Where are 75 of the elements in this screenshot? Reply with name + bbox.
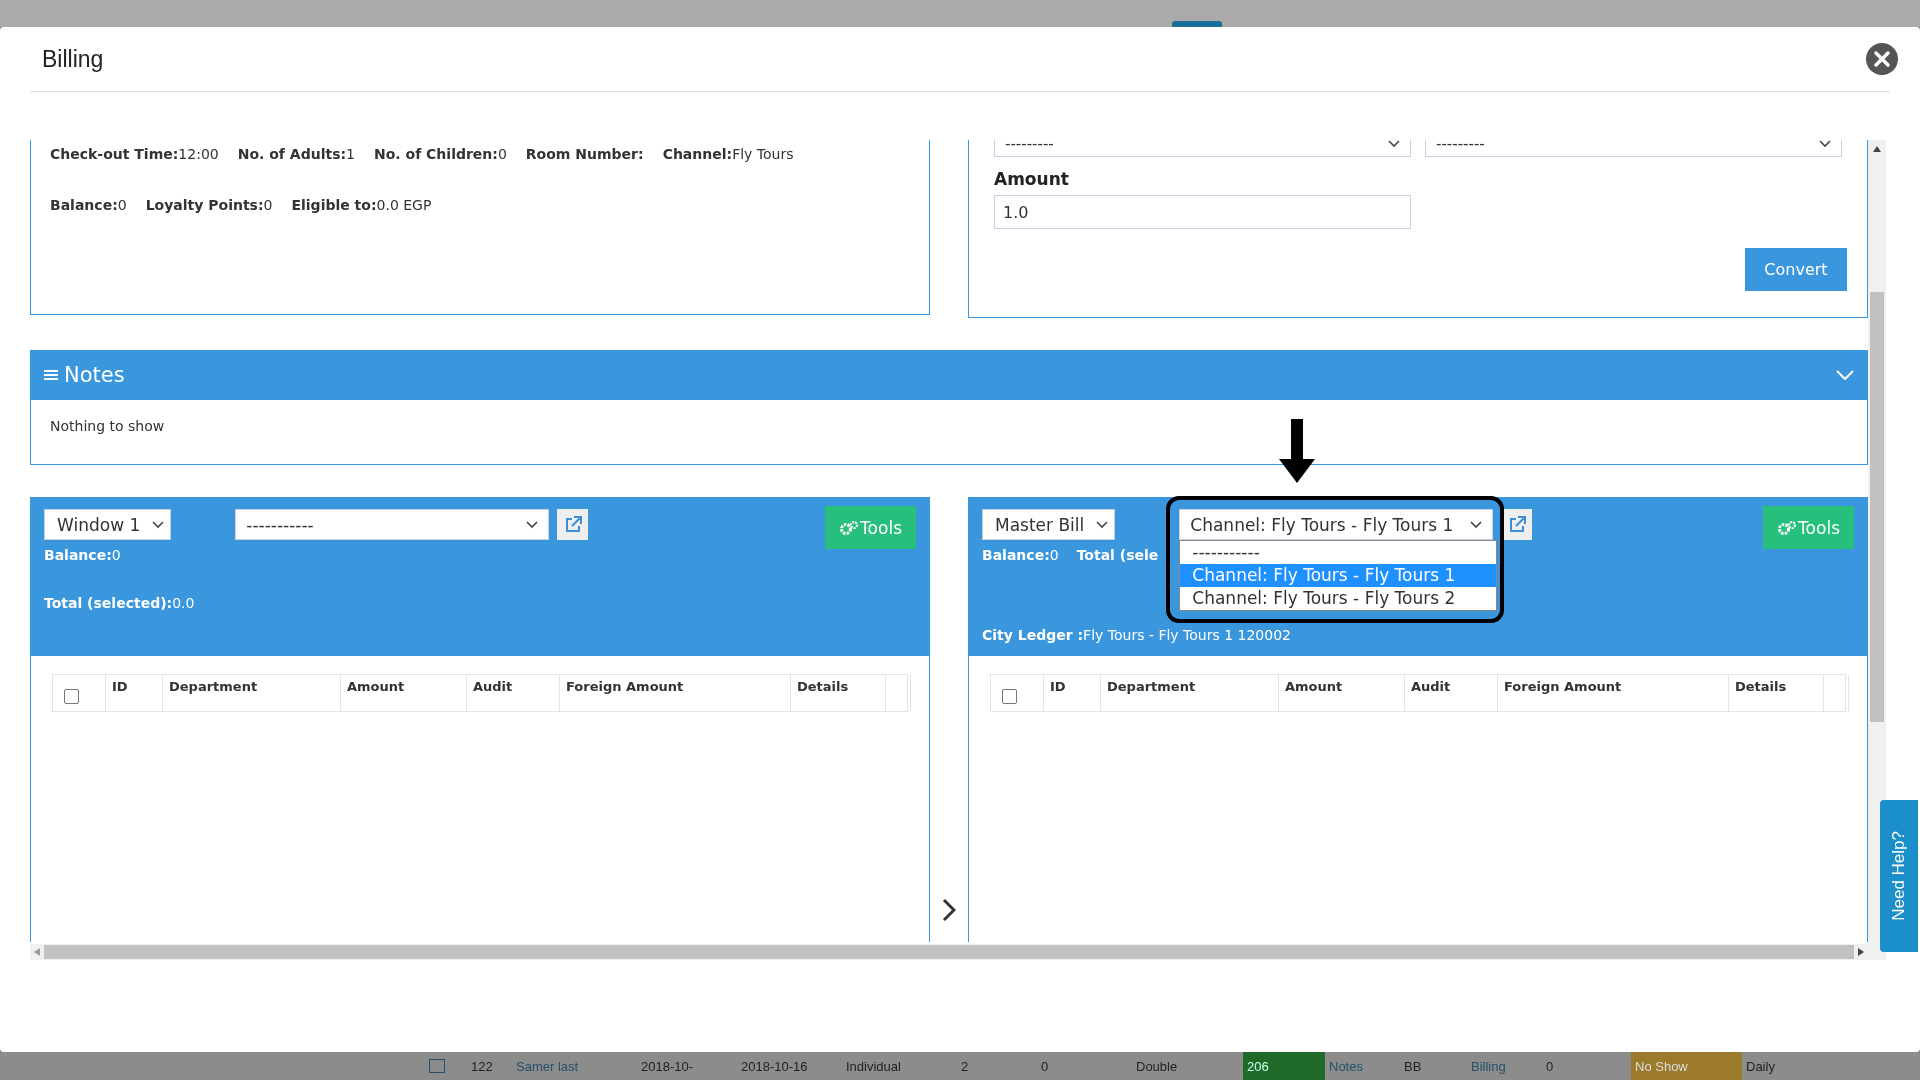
select-all-checkbox[interactable] <box>64 689 79 704</box>
menu-icon <box>44 369 58 381</box>
table-cell-text: 2018-10- <box>640 1057 695 1076</box>
left-arrow-icon[interactable] <box>34 948 40 956</box>
info-field: Check-out Time:12:00 <box>50 146 219 162</box>
window-select[interactable]: Window 1 <box>44 509 172 540</box>
column-header[interactable]: ID <box>1044 675 1101 711</box>
column-header[interactable]: Amount <box>341 675 467 711</box>
up-arrow-icon[interactable] <box>1873 146 1881 152</box>
bill-info: City Ledger :Fly Tours - Fly Tours 1 120002 <box>982 627 1291 643</box>
chevron-down-icon <box>1388 140 1400 148</box>
amount-label: Amount <box>994 169 1070 189</box>
window-title: Billing <box>42 45 104 73</box>
column-header[interactable]: Department <box>1101 675 1279 711</box>
info-field: Room Number: <box>525 146 644 162</box>
chevron-down-icon <box>526 520 539 529</box>
column-header[interactable]: Details <box>791 675 886 711</box>
chevron-down-icon <box>1819 140 1831 148</box>
column-header[interactable]: Department <box>163 675 341 711</box>
empty-message: Nothing to show <box>50 418 165 434</box>
horizontal-scrollbar[interactable] <box>30 944 1868 960</box>
help-tab[interactable]: Need Help? <box>1880 800 1918 952</box>
currency-select[interactable]: --------- <box>1425 140 1842 157</box>
right-arrow-icon[interactable] <box>1858 948 1864 956</box>
info-field: Balance:0 <box>50 197 127 213</box>
table-cell-text: Samer last <box>515 1057 580 1076</box>
column-header[interactable]: Audit <box>1405 675 1498 711</box>
table-cell-text: 122 <box>470 1057 494 1076</box>
table-cell-text: 2 <box>960 1057 970 1076</box>
table-cell-text: 0 <box>1040 1057 1050 1076</box>
column-header[interactable]: Amount <box>1279 675 1405 711</box>
info-field: Eligible to:0.0 EGP <box>291 197 432 213</box>
account-select[interactable]: ----------- <box>235 509 550 540</box>
notes-title: Notes <box>64 363 125 387</box>
table-cell-text: Notes <box>1328 1057 1364 1076</box>
chevron-down-icon <box>152 520 165 529</box>
column-header[interactable]: Foreign Amount <box>560 675 791 711</box>
bill-info: Total (sele <box>1076 547 1159 563</box>
table-cell-text: 2018-10-16 <box>740 1057 809 1076</box>
gears-icon <box>1777 519 1798 536</box>
bill-info: Total (selected):0.0 <box>44 595 195 611</box>
currency-select[interactable]: --------- <box>994 140 1411 157</box>
column-header[interactable]: Details <box>1729 675 1824 711</box>
chevron-down-icon <box>1096 520 1109 529</box>
column-header[interactable]: Audit <box>467 675 560 711</box>
vertical-scrollbar[interactable] <box>1868 140 1886 960</box>
chevron-down-icon <box>1470 520 1483 529</box>
gears-icon <box>839 519 860 536</box>
info-field: No. of Children:0 <box>374 146 507 162</box>
down-arrow-icon <box>1279 419 1316 483</box>
info-field: Channel:Fly Tours <box>662 146 794 162</box>
row-checkbox[interactable] <box>429 1059 445 1073</box>
table-cell: No Show <box>1631 1052 1742 1080</box>
window-select[interactable]: Master Bill <box>982 509 1116 540</box>
chevron-right-icon[interactable] <box>942 898 956 922</box>
table-cell-text: Daily <box>1745 1057 1776 1076</box>
close-icon[interactable] <box>1866 43 1898 75</box>
info-field: Loyalty Points:0 <box>145 197 273 213</box>
table-cell-text: 0 <box>1545 1057 1555 1076</box>
table-cell: 206 <box>1243 1052 1325 1080</box>
dropdown-option[interactable]: ----------- <box>1180 541 1497 564</box>
info-field: No. of Adults:1 <box>237 146 355 162</box>
column-header[interactable]: ID <box>106 675 163 711</box>
chevron-icon[interactable] <box>1836 370 1854 380</box>
bill-info: Balance:0 <box>44 547 121 563</box>
select-all-checkbox[interactable] <box>1002 689 1017 704</box>
table-cell-text: Billing <box>1470 1057 1507 1076</box>
amount-field[interactable]: 1.0 <box>994 195 1411 229</box>
table-cell-text: Double <box>1135 1057 1179 1076</box>
column-header[interactable]: Foreign Amount <box>1498 675 1729 711</box>
bill-info: Balance:0 <box>982 547 1059 563</box>
account-select[interactable]: Channel: Fly Tours - Fly Tours 1 <box>1179 509 1494 540</box>
dropdown-option[interactable]: Channel: Fly Tours - Fly Tours 2 <box>1180 587 1497 610</box>
table-cell-text: Individual <box>845 1057 902 1076</box>
table-cell-text: BB <box>1403 1057 1423 1076</box>
